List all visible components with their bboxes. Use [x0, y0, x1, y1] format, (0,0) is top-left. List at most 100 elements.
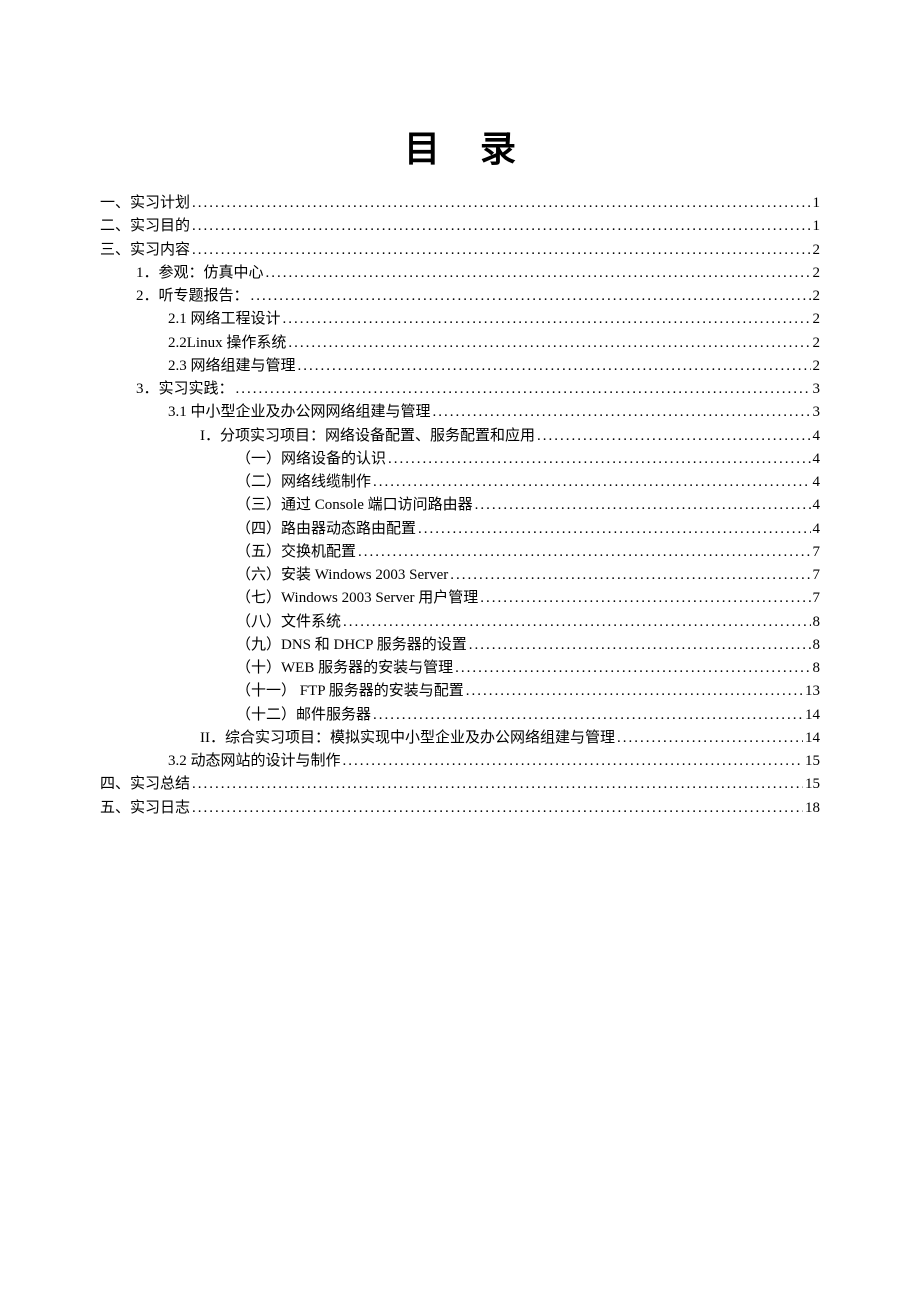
toc-entry-page: 14: [805, 727, 820, 750]
toc-entry: （九）DNS 和 DHCP 服务器的设置 8: [100, 634, 820, 657]
toc-entry: II．综合实习项目：模拟实现中小型企业及办公网络组建与管理 14: [100, 727, 820, 750]
table-of-contents: 一、实习计划1二、实习目的1三、实习内容21．参观：仿真中心22．听专题报告：2…: [100, 192, 820, 820]
toc-title: 目录: [140, 120, 820, 172]
toc-entry-page: 7: [813, 587, 821, 610]
toc-entry: 3.1 中小型企业及办公网网络组建与管理3: [100, 401, 820, 424]
toc-entry-page: 2: [813, 262, 821, 285]
toc-entry-page: 4: [813, 471, 821, 494]
toc-entry: 三、实习内容 2: [100, 239, 820, 262]
toc-entry: （三）通过 Console 端口访问路由器 4: [100, 494, 820, 517]
toc-entry-label: II．综合实习项目：模拟实现中小型企业及办公网络组建与管理: [200, 727, 615, 750]
toc-entry: I．分项实习项目：网络设备配置、服务配置和应用4: [100, 425, 820, 448]
toc-entry: 一、实习计划 1: [100, 192, 820, 215]
toc-entry-page: 4: [813, 518, 821, 541]
toc-leader-dots: [450, 564, 810, 587]
toc-entry-label: （七）Windows 2003 Server 用户管理: [236, 587, 478, 610]
toc-entry-label: （九）DNS 和 DHCP 服务器的设置: [236, 634, 467, 657]
toc-entry-page: 4: [813, 494, 821, 517]
toc-entry-page: 15: [805, 750, 820, 773]
toc-entry: （十二）邮件服务器14: [100, 704, 820, 727]
toc-entry: 五、实习日志 18: [100, 797, 820, 820]
toc-leader-dots: [373, 471, 810, 494]
toc-leader-dots: [480, 587, 810, 610]
toc-entry: （十一） FTP 服务器的安装与配置13: [100, 680, 820, 703]
toc-leader-dots: [373, 704, 803, 727]
toc-leader-dots: [475, 494, 811, 517]
toc-leader-dots: [288, 332, 810, 355]
toc-leader-dots: [192, 215, 810, 238]
toc-entry-label: 2.2Linux 操作系统: [168, 332, 286, 355]
toc-entry: 3．实习实践： 3: [100, 378, 820, 401]
toc-entry-label: 1．参观：仿真中心: [136, 262, 264, 285]
toc-entry: 2．听专题报告： 2: [100, 285, 820, 308]
toc-entry: 2.2Linux 操作系统2: [100, 332, 820, 355]
toc-entry: 1．参观：仿真中心 2: [100, 262, 820, 285]
toc-entry-label: 五、实习日志: [100, 797, 190, 820]
toc-entry-page: 13: [805, 680, 820, 703]
toc-leader-dots: [343, 750, 803, 773]
toc-leader-dots: [466, 680, 803, 703]
toc-entry-label: （三）通过 Console 端口访问路由器: [236, 494, 473, 517]
toc-entry-page: 4: [813, 448, 821, 471]
toc-entry-label: 2.3 网络组建与管理: [168, 355, 296, 378]
toc-entry-page: 1: [813, 192, 821, 215]
toc-entry-label: 三、实习内容: [100, 239, 190, 262]
toc-entry-page: 2: [813, 285, 821, 308]
toc-entry-page: 1: [813, 215, 821, 238]
toc-entry: （六）安装 Windows 2003 Server 7: [100, 564, 820, 587]
toc-leader-dots: [343, 611, 810, 634]
toc-leader-dots: [192, 797, 803, 820]
toc-entry-label: 一、实习计划: [100, 192, 190, 215]
toc-leader-dots: [251, 285, 811, 308]
toc-entry-label: （五）交换机配置: [236, 541, 356, 564]
toc-entry-label: 四、实习总结: [100, 773, 190, 796]
toc-leader-dots: [455, 657, 810, 680]
toc-entry-label: （四）路由器动态路由配置: [236, 518, 416, 541]
toc-entry-page: 2: [813, 308, 821, 331]
toc-leader-dots: [388, 448, 810, 471]
toc-entry: 3.2 动态网站的设计与制作 15: [100, 750, 820, 773]
toc-entry: 二、实习目的1: [100, 215, 820, 238]
toc-entry-label: （十）WEB 服务器的安装与管理: [236, 657, 453, 680]
toc-leader-dots: [469, 634, 811, 657]
toc-entry: （五）交换机配置 7: [100, 541, 820, 564]
toc-entry: 2.1 网络工程设计2: [100, 308, 820, 331]
toc-entry-label: （六）安装 Windows 2003 Server: [236, 564, 448, 587]
toc-leader-dots: [617, 727, 803, 750]
toc-leader-dots: [236, 378, 811, 401]
toc-entry: （四）路由器动态路由配置 4: [100, 518, 820, 541]
toc-entry: （一）网络设备的认识 4: [100, 448, 820, 471]
toc-entry-page: 3: [813, 378, 821, 401]
toc-entry-page: 15: [805, 773, 820, 796]
toc-entry-page: 7: [813, 564, 821, 587]
toc-entry-page: 2: [813, 239, 821, 262]
toc-entry-label: 2．听专题报告：: [136, 285, 249, 308]
toc-entry: （八）文件系统 8: [100, 611, 820, 634]
toc-entry-page: 8: [813, 634, 821, 657]
toc-leader-dots: [537, 425, 811, 448]
toc-leader-dots: [433, 401, 811, 424]
toc-leader-dots: [283, 308, 811, 331]
toc-entry-label: （一）网络设备的认识: [236, 448, 386, 471]
toc-entry-label: 3.2 动态网站的设计与制作: [168, 750, 341, 773]
toc-entry-label: I．分项实习项目：网络设备配置、服务配置和应用: [200, 425, 535, 448]
toc-entry: （七）Windows 2003 Server 用户管理 7: [100, 587, 820, 610]
toc-entry-label: （二）网络线缆制作: [236, 471, 371, 494]
toc-entry-page: 2: [813, 355, 821, 378]
toc-entry-page: 18: [805, 797, 820, 820]
toc-leader-dots: [298, 355, 811, 378]
toc-leader-dots: [358, 541, 810, 564]
toc-leader-dots: [266, 262, 811, 285]
toc-entry-page: 14: [805, 704, 820, 727]
toc-entry-page: 8: [813, 611, 821, 634]
toc-entry-label: 3．实习实践：: [136, 378, 234, 401]
document-page: 目录 一、实习计划1二、实习目的1三、实习内容21．参观：仿真中心22．听专题报…: [0, 0, 920, 1302]
toc-entry-label: （八）文件系统: [236, 611, 341, 634]
toc-leader-dots: [418, 518, 810, 541]
toc-entry-label: 3.1 中小型企业及办公网网络组建与管理: [168, 401, 431, 424]
toc-leader-dots: [192, 192, 810, 215]
toc-entry-page: 7: [813, 541, 821, 564]
toc-entry: （十）WEB 服务器的安装与管理8: [100, 657, 820, 680]
toc-entry: 2.3 网络组建与管理 2: [100, 355, 820, 378]
toc-leader-dots: [192, 239, 810, 262]
